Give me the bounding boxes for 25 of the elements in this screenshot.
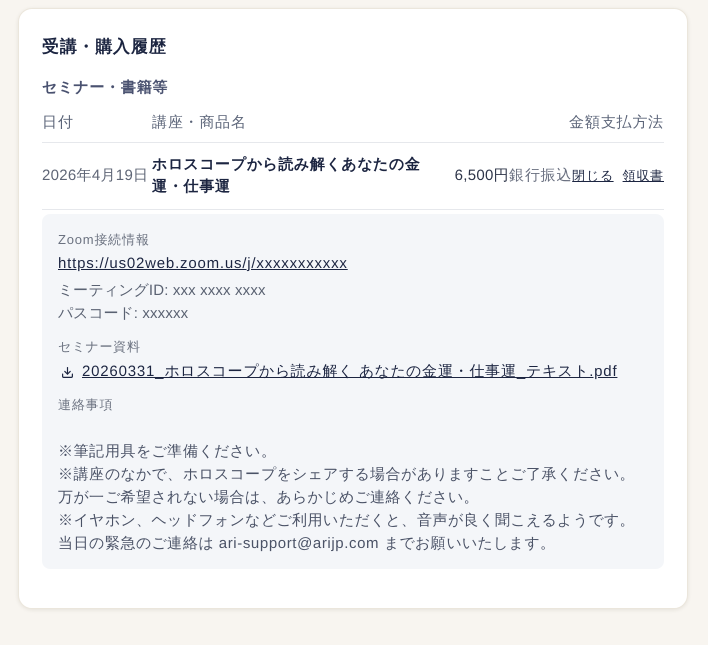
passcode-text: パスコード: xxxxxx [58, 304, 190, 324]
column-header: 日付 [42, 113, 75, 133]
notes-line: 当日の緊急のご連絡は ari-support@arijp.com までお願いいたします。 [58, 534, 557, 554]
section-title: セミナー・書籍等 [42, 78, 170, 98]
notes-line: ※イヤホン、ヘッドフォンなどご利用いただくと、音声が良く聞こえるようです。 [58, 511, 636, 531]
order-date: 2026年4月19日 [42, 166, 148, 186]
materials-label: セミナー資料 [58, 338, 142, 356]
page-title: 受講・購入履歴 [42, 36, 168, 58]
notes-line: 万が一ご希望されない場合は、あらかじめご連絡ください。 [58, 488, 480, 508]
product-name: ホロスコープから読み解くあなたの金運・仕事運 [152, 155, 422, 197]
notes-label: 連絡事項 [58, 396, 114, 414]
material-file-link[interactable]: 20260331_ホロスコープから読み解く あなたの金運・仕事運_テキスト.pdf [82, 361, 618, 383]
column-header: 支払方法 [600, 113, 664, 133]
notes-line: ※筆記用具をご準備ください。 [58, 442, 278, 462]
column-header: 金額 [568, 113, 601, 133]
zoom-info-label: Zoom接続情報 [58, 231, 151, 249]
close-link[interactable]: 閉じる [572, 166, 614, 186]
zoom-url-link[interactable]: https://us02web.zoom.us/j/xxxxxxxxxxx [58, 253, 348, 275]
column-header: 講座・商品名 [152, 113, 248, 133]
meeting-id-text: ミーティングID: xxx xxxx xxxx [58, 281, 267, 301]
price: 6,500円 [454, 166, 509, 186]
receipt-link[interactable]: 領収書 [622, 166, 664, 186]
notes-line: ※講座のなかで、ホロスコープをシェアする場合がありますことご了承ください。 [58, 465, 636, 485]
download-icon[interactable] [61, 366, 74, 378]
payment-method: 銀行振込 [508, 166, 572, 186]
